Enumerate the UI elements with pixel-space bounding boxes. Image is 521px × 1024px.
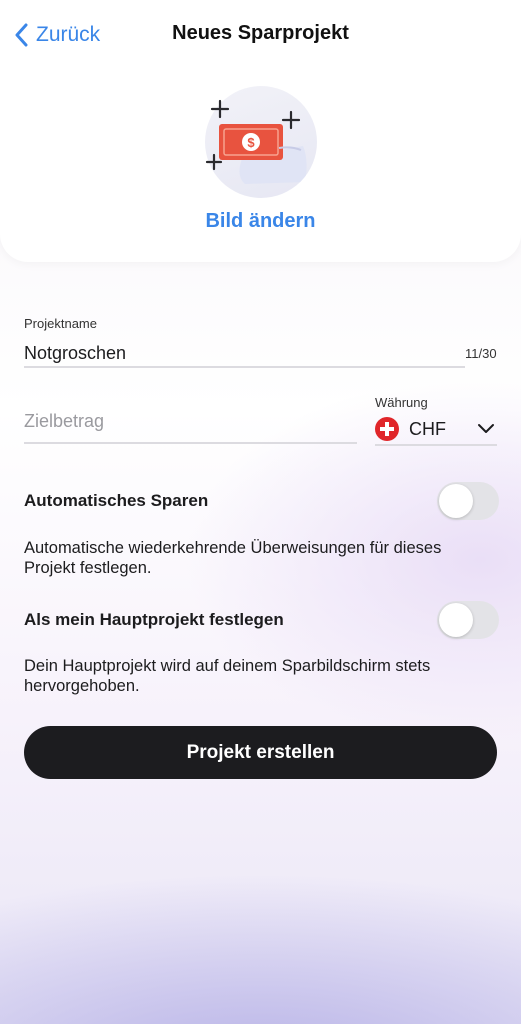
main-project-description: Dein Hauptprojekt wird auf deinem Sparbi… [24,657,431,695]
change-image-button[interactable]: Bild ändern [0,210,521,233]
create-project-button[interactable]: Projekt erstellen [24,726,497,779]
currency-value: CHF [409,418,446,439]
sparkle-icon [281,110,301,130]
project-name-label: Projektname [24,316,97,331]
auto-save-toggle[interactable] [437,482,499,520]
auto-save-description: Automatische wiederkehrende Überweisunge… [24,539,442,577]
toggle-knob [439,603,473,637]
project-name-input[interactable] [24,340,465,368]
swiss-flag-icon [375,417,399,441]
chevron-down-icon [478,424,494,433]
svg-text:$: $ [247,135,255,150]
sparkle-icon [205,153,223,171]
currency-select[interactable]: CHF [375,414,497,446]
currency-label: Währung [375,395,428,410]
character-counter: 11/30 [465,346,497,361]
header-card: Zurück Neues Sparprojekt $ Bild ändern [0,0,521,262]
auto-save-title: Automatisches Sparen [24,491,209,510]
main-project-toggle[interactable] [437,601,499,639]
page-title: Neues Sparprojekt [172,22,349,44]
target-amount-input[interactable] [24,400,357,444]
sparkle-icon [210,99,230,119]
main-project-title: Als mein Hauptprojekt festlegen [24,610,284,629]
toggle-knob [439,484,473,518]
